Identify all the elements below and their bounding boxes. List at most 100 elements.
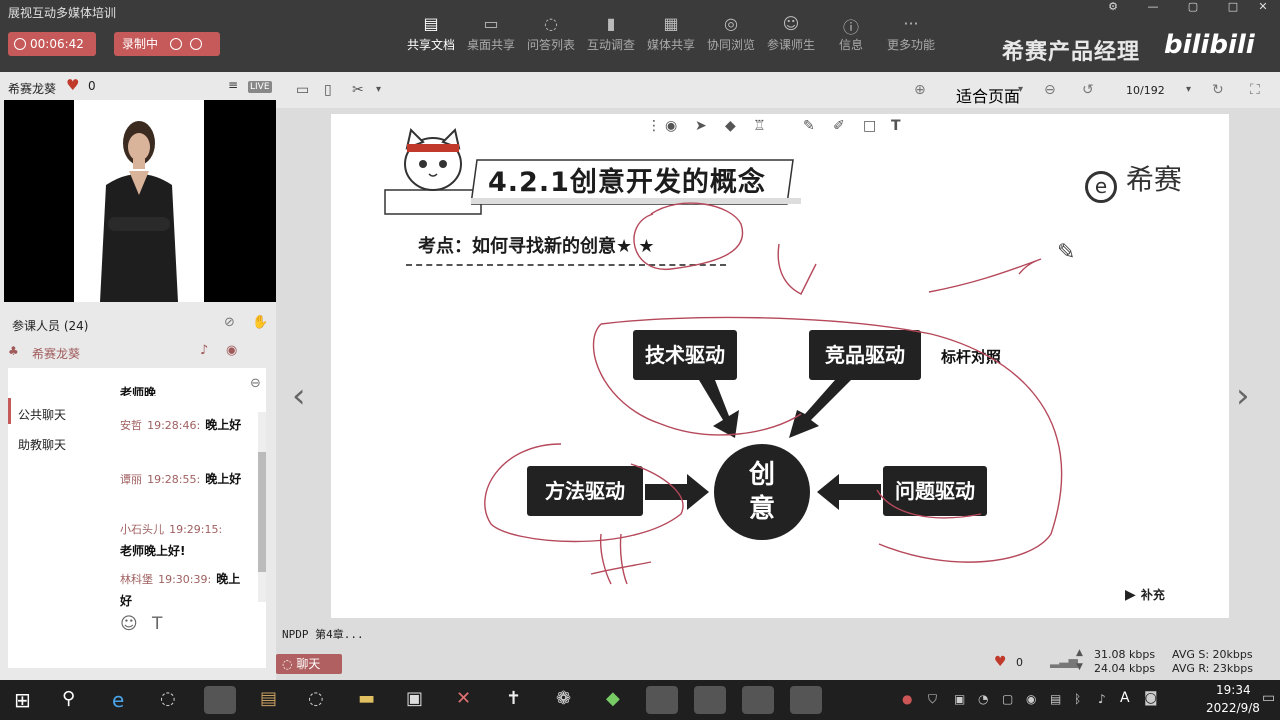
tool-media-share[interactable]: ▦ 媒体共享 [638,14,704,53]
folder-icon[interactable]: ▭ [296,82,309,98]
chat-button-label: 聊天 [296,657,321,671]
hand-icon[interactable]: ✋ [252,315,268,330]
play-icon: ▶ [1125,587,1136,603]
tool-label: 协同浏览 [706,38,755,52]
msg-text: 老师晚上好! [120,544,186,558]
zoom-level[interactable]: 适合页面 [956,83,1020,107]
tool-survey[interactable]: ▮ 互动调查 [578,14,644,53]
app-icon-7[interactable] [646,686,678,714]
windows-start-icon[interactable]: ⊞ [14,688,31,712]
ime-icon[interactable]: A [1120,690,1130,706]
rotate-right-icon[interactable]: ↻ [1212,82,1224,98]
search-icon[interactable]: ⚲ [62,688,75,709]
taskbar: ⊞ ⚲ e ◌ ▤ ◌ ▬ ▣ ✕ ✝ ❁ ◆ ● ⛉ ▣ ◔ ▢ ◉ ▤ ᛒ … [0,680,1280,720]
app-title: 展视互动多媒体培训 [8,6,117,20]
tray-icon-4[interactable]: ◉ [1026,692,1036,706]
tool-co-browse[interactable]: ◎ 协同浏览 [698,14,764,53]
heart-icon[interactable]: ♥ [66,76,79,94]
chat-scrollbar[interactable] [258,412,266,602]
recording-button[interactable]: 录制中 [114,32,220,56]
fullscreen-icon[interactable]: ⛶ [1250,82,1260,98]
maximize-icon[interactable]: □ [1220,0,1246,16]
chat-message-partial: 老师晚 [120,386,157,396]
mic-icon[interactable]: ♪ [200,343,208,358]
bluetooth-icon[interactable]: ᛒ [1074,692,1081,706]
volume-icon[interactable]: ♪ [1098,692,1106,706]
host-icon: ♣ [8,344,19,358]
rec-pause-icon[interactable] [169,38,182,50]
app-icon-2[interactable]: ◌ [308,688,324,709]
zoom-in-icon[interactable]: ⊕ [914,82,926,98]
tool-more[interactable]: ··· 更多功能 [878,14,944,53]
tray-record-icon[interactable]: ● [902,692,912,706]
file-icon[interactable]: ▯ [324,82,332,98]
emoji-icon[interactable]: ☺ [120,614,138,634]
app-icon-5[interactable]: ✝ [506,688,521,709]
chat-panel: 公共聊天 助教聊天 ⊖ 老师晚 安哲 19:28:46: 晚上好 谭丽 19:2… [8,368,266,668]
app-icon-8[interactable] [694,686,726,714]
msg-text: 晚上好 [205,418,242,432]
chevron-down-icon[interactable]: ▾ [376,84,381,95]
tray-icon-3[interactable]: ▢ [1002,692,1013,706]
rotate-icon[interactable]: ↺ [1082,82,1094,98]
prev-page-arrow[interactable]: ‹ [292,376,306,416]
folder-taskbar-icon[interactable]: ▬ [358,688,375,709]
presenter-video [4,100,276,302]
next-page-arrow[interactable]: › [1236,376,1250,416]
minimize-icon[interactable]: — [1140,0,1166,16]
text-format-icon[interactable]: T [152,614,162,634]
diagram-arrows [484,202,1063,585]
rec-stop-icon[interactable] [189,38,202,50]
app-icon-4[interactable]: ✕ [456,688,471,709]
participants-label: 参课人员 (24) [12,319,89,333]
tool-label: 互动调查 [586,38,635,52]
video-side-left [4,100,74,302]
edge-icon[interactable]: e [112,688,124,712]
camera-icon[interactable]: ◉ [226,343,237,358]
page-number[interactable]: 10/192 [1126,84,1165,97]
tool-participants[interactable]: ☺ 参课师生 [758,14,824,53]
app-icon-active[interactable] [204,686,236,714]
restore-icon[interactable]: ▢ [1180,0,1206,16]
arrow-problem [817,474,881,510]
tool-label: 问答列表 [526,38,575,52]
status-bar: NPDP 第4章... ◌ 聊天 ♥ 0 ▂▃▅ ▲ 31.08 kbps ▼ … [276,620,1280,680]
settings-icon[interactable]: ⚙ [1100,0,1126,16]
mute-all-icon[interactable]: ⊘ [224,315,235,330]
app-icon-1[interactable]: ◌ [160,688,176,709]
app-icon-9[interactable] [742,686,774,714]
tab-public-chat[interactable]: 公共聊天 [18,406,66,423]
tab-assistant-chat[interactable]: 助教聊天 [18,436,66,453]
tray-icon-2[interactable]: ◔ [978,692,988,706]
menu-icon[interactable]: ≡ [228,78,238,92]
presenter-figure [100,121,178,302]
tool-desktop-share[interactable]: ▭ 桌面共享 [458,14,524,53]
tray-icon-1[interactable]: ▣ [954,692,965,706]
page-dropdown-icon[interactable]: ▾ [1186,84,1191,95]
zoom-out-icon[interactable]: ⊖ [1044,82,1056,98]
video-side-right [204,100,276,302]
msg-time: 19:28:55: [147,473,201,486]
chat-button[interactable]: ◌ 聊天 [276,654,342,674]
tool-qa-list[interactable]: ◌ 问答列表 [518,14,584,53]
scissors-icon[interactable]: ✂ [352,82,364,98]
app-icon-3[interactable]: ▣ [406,688,423,709]
tray-icon-6[interactable]: ◙ [1144,690,1158,706]
app-icon-10[interactable] [790,686,822,714]
tool-share-doc[interactable]: ▤ 共享文档 [398,14,464,53]
tray-icon-5[interactable]: ▤ [1050,692,1061,706]
status-heart-icon[interactable]: ♥ [994,654,1007,670]
tool-info[interactable]: ⓘ 信息 [818,14,884,53]
nvidia-icon[interactable]: ◆ [606,688,620,709]
supplement-link[interactable]: ▶ 补充 [1125,584,1165,603]
collapse-icon[interactable]: ⊖ [250,376,261,391]
app-icon-6[interactable]: ❁ [556,688,571,709]
close-icon[interactable]: ✕ [1250,0,1276,16]
notes-icon[interactable]: ▤ [260,688,277,709]
pause-timer-button[interactable]: 00:06:42 [8,32,96,56]
notification-icon[interactable]: ▭ [1262,690,1275,706]
tool-label: 信息 [838,38,863,52]
tray-shield-icon[interactable]: ⛉ [928,692,937,707]
scroll-thumb[interactable] [258,452,266,572]
zoom-dropdown-icon[interactable]: ▾ [1018,84,1023,95]
